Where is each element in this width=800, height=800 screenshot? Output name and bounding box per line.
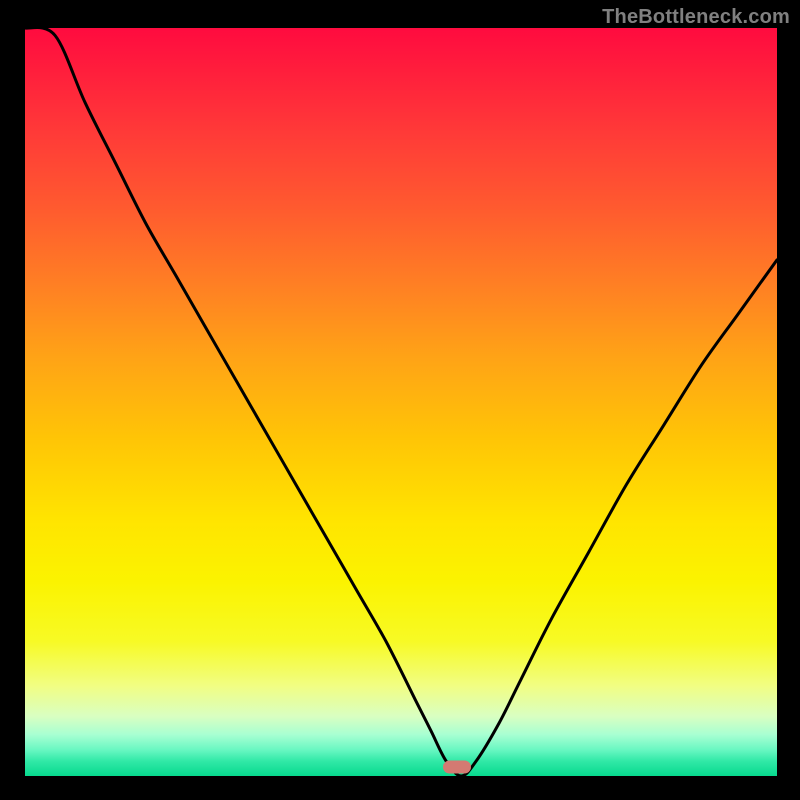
bottleneck-curve bbox=[25, 28, 777, 776]
chart-frame: TheBottleneck.com bbox=[0, 0, 800, 800]
watermark-text: TheBottleneck.com bbox=[602, 6, 790, 29]
plot-area bbox=[25, 28, 777, 776]
optimal-point-marker bbox=[443, 761, 471, 774]
